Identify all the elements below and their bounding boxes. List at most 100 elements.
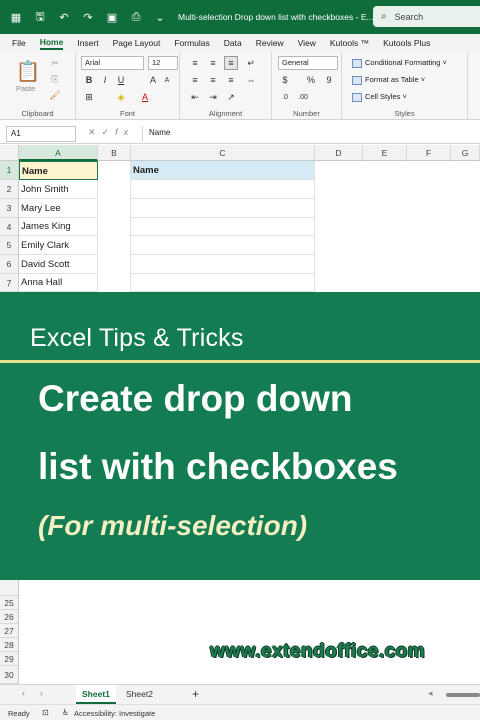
column-header-f[interactable]: F xyxy=(407,145,451,161)
bold-icon[interactable]: B xyxy=(82,73,96,87)
cancel-icon[interactable]: ✕ xyxy=(88,127,102,137)
decrease-indent-icon[interactable]: ⇤ xyxy=(188,90,202,104)
number-format-select[interactable]: General xyxy=(278,56,338,70)
row-header-1[interactable]: 1 xyxy=(0,161,19,180)
tab-formulas[interactable]: Formulas xyxy=(174,38,209,48)
row-header-3[interactable]: 3 xyxy=(0,199,19,218)
cell-c4[interactable] xyxy=(131,218,315,236)
tab-data[interactable]: Data xyxy=(224,38,242,48)
cell-c3[interactable] xyxy=(131,199,315,218)
accounting-icon[interactable]: $ xyxy=(278,73,292,87)
search-box[interactable]: ⌕ Search xyxy=(373,6,480,27)
font-color-icon[interactable]: A xyxy=(138,90,152,104)
tab-kutools[interactable]: Kutools ™ xyxy=(330,38,369,48)
merge-center-icon[interactable]: ⇔ xyxy=(244,73,258,87)
cell-c7[interactable] xyxy=(131,274,315,292)
select-all-corner[interactable] xyxy=(0,145,19,161)
conditional-formatting-button[interactable]: Conditional Formatting ˅ xyxy=(352,58,447,68)
align-center-icon[interactable]: ≡ xyxy=(206,73,220,87)
borders-icon[interactable]: ⊞ xyxy=(82,90,96,104)
cut-icon[interactable]: ✂ xyxy=(48,56,62,70)
horizontal-scrollbar[interactable] xyxy=(446,693,480,697)
cell-a7[interactable]: Anna Hall xyxy=(19,274,98,292)
orientation-icon[interactable]: ↗ xyxy=(224,90,238,104)
italic-icon[interactable]: I xyxy=(98,73,112,87)
sheet-tab-sheet2[interactable]: Sheet2 xyxy=(120,685,159,704)
column-header-d[interactable]: D xyxy=(315,145,363,161)
row-header-4[interactable]: 4 xyxy=(0,218,19,236)
row-header-26[interactable]: 26 xyxy=(0,610,19,624)
font-size-select[interactable]: 12 xyxy=(148,56,178,70)
cell-c5[interactable] xyxy=(131,236,315,255)
row-header-27[interactable]: 27 xyxy=(0,624,19,638)
percent-icon[interactable]: % xyxy=(304,73,318,87)
fill-color-icon[interactable]: ◈ xyxy=(114,90,128,104)
print-icon[interactable]: ⎙ xyxy=(128,9,144,25)
cell-c6[interactable] xyxy=(131,255,315,274)
align-top-icon[interactable]: ≡ xyxy=(188,56,202,70)
align-middle-icon[interactable]: ≡ xyxy=(206,56,220,70)
sheet-tab-sheet1[interactable]: Sheet1 xyxy=(76,685,116,704)
tab-file[interactable]: File xyxy=(12,38,26,48)
wrap-text-icon[interactable]: ↵ xyxy=(244,56,258,70)
column-header-g[interactable]: G xyxy=(451,145,480,161)
row-header-5[interactable]: 5 xyxy=(0,236,19,255)
column-header-c[interactable]: C xyxy=(131,145,315,161)
tab-kutools-plus[interactable]: Kutools Plus xyxy=(383,38,430,48)
accessibility-status[interactable]: Accessibility: Investigate xyxy=(74,709,155,718)
cell-c2[interactable] xyxy=(131,180,315,199)
tab-view[interactable]: View xyxy=(298,38,316,48)
redo-icon[interactable]: ↷ xyxy=(80,9,96,25)
cell-c1[interactable]: Name xyxy=(131,161,315,180)
increase-font-icon[interactable]: A xyxy=(146,73,160,87)
form-icon[interactable]: ▣ xyxy=(104,9,120,25)
column-header-a[interactable]: A xyxy=(19,145,98,161)
cell-a1[interactable]: Name xyxy=(19,161,98,180)
row-header-hidden[interactable] xyxy=(0,580,19,596)
tab-page-layout[interactable]: Page Layout xyxy=(113,38,161,48)
column-header-e[interactable]: E xyxy=(363,145,407,161)
next-sheet-icon[interactable]: › xyxy=(40,688,43,698)
cell-a6[interactable]: David Scott xyxy=(19,255,98,274)
prev-sheet-icon[interactable]: ‹ xyxy=(22,688,25,698)
cell-a5[interactable]: Emily Clark xyxy=(19,236,98,255)
add-sheet-button[interactable]: + xyxy=(186,685,205,704)
comma-style-icon[interactable]: 9 xyxy=(322,73,336,87)
row-header-6[interactable]: 6 xyxy=(0,255,19,274)
row-header-2[interactable]: 2 xyxy=(0,180,19,199)
name-box[interactable]: A1 xyxy=(6,126,76,142)
row-header-25[interactable]: 25 xyxy=(0,596,19,610)
row-header-30[interactable]: 30 xyxy=(0,666,19,684)
paste-icon[interactable]: 📋 xyxy=(16,58,41,84)
tab-insert[interactable]: Insert xyxy=(77,38,98,48)
cell-a3[interactable]: Mary Lee xyxy=(19,199,98,218)
increase-decimal-icon[interactable]: .0 xyxy=(278,90,292,104)
enter-icon[interactable]: ✓ xyxy=(102,127,116,137)
tab-home[interactable]: Home xyxy=(39,37,64,50)
increase-indent-icon[interactable]: ⇥ xyxy=(206,90,220,104)
macro-record-icon[interactable]: ⊡ xyxy=(42,708,49,717)
cell-a2[interactable]: John Smith xyxy=(19,180,98,199)
copy-icon[interactable]: ⎘ xyxy=(48,72,62,86)
formula-input[interactable]: Name xyxy=(142,126,480,142)
align-right-icon[interactable]: ≡ xyxy=(224,73,238,87)
font-name-select[interactable]: Arial xyxy=(81,56,144,70)
row-header-7[interactable]: 7 xyxy=(0,274,19,292)
format-as-table-button[interactable]: Format as Table ˅ xyxy=(352,75,425,85)
align-bottom-icon[interactable]: ≡ xyxy=(224,56,238,70)
column-b-cells[interactable] xyxy=(98,161,131,292)
fx-icon[interactable]: fx xyxy=(115,127,134,137)
customize-qat-icon[interactable]: ⌄ xyxy=(152,9,168,25)
cell-a4[interactable]: James King xyxy=(19,218,98,236)
tab-review[interactable]: Review xyxy=(256,38,284,48)
decrease-decimal-icon[interactable]: .00 xyxy=(296,90,310,104)
underline-icon[interactable]: U xyxy=(114,73,128,87)
undo-icon[interactable]: ↶ xyxy=(56,9,72,25)
align-left-icon[interactable]: ≡ xyxy=(188,73,202,87)
row-header-28[interactable]: 28 xyxy=(0,638,19,652)
scroll-left-icon[interactable]: ◂ xyxy=(428,688,433,699)
row-header-29[interactable]: 29 xyxy=(0,652,19,666)
save-icon[interactable]: 🖫 xyxy=(32,9,48,25)
format-painter-icon[interactable]: 🖌 xyxy=(48,88,62,102)
decrease-font-icon[interactable]: A xyxy=(160,73,174,87)
